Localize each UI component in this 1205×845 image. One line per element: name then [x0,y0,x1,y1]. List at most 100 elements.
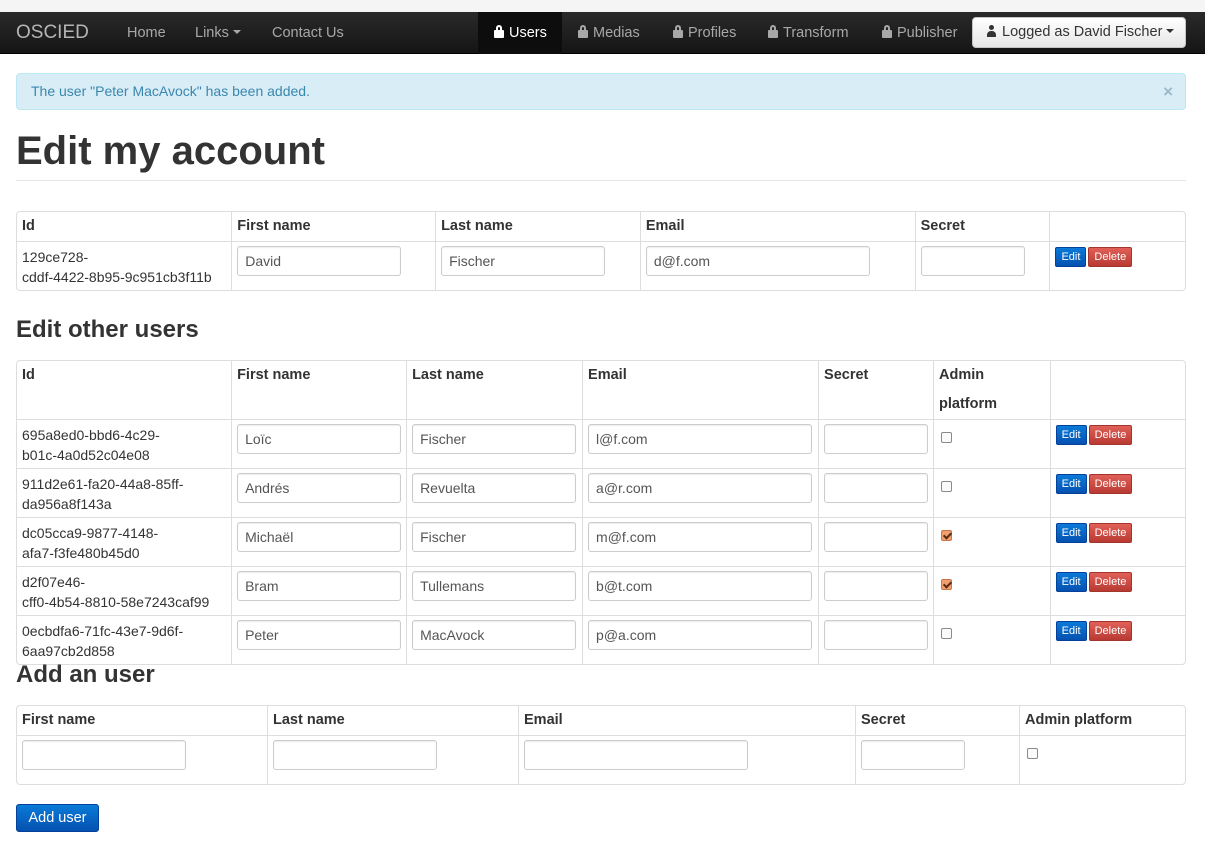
last-name-cell [435,241,640,290]
column-header-email: Email [518,706,855,735]
delete-button[interactable]: Delete [1088,572,1133,592]
close-icon[interactable]: × [1163,74,1173,109]
last-name-input[interactable] [412,522,577,552]
email-input[interactable] [645,246,870,276]
column-header-secret: Secret [914,212,1050,241]
nav-links-dropdown[interactable]: Links [183,12,253,54]
secret-cell [818,615,934,664]
secret-cell [914,241,1050,290]
column-header-first-name: First name [231,361,406,419]
user-id-part-1: 911d2e61-fa20-44a8-85ff- [22,476,184,492]
delete-button[interactable]: Delete [1088,474,1133,494]
user-id-part-2: cff0-4b54-8810-58e7243caf99 [22,594,210,610]
first-name-input[interactable] [237,522,402,552]
last-name-input[interactable] [412,473,577,503]
column-header-id: Id [22,367,35,383]
delete-button[interactable]: Delete [1088,621,1133,641]
user-menu-button[interactable]: Logged as David Fischer [972,17,1186,48]
last-name-input[interactable] [412,571,577,601]
nav-home[interactable]: Home [115,12,178,54]
secret-input[interactable] [824,522,929,552]
nav-transform[interactable]: Transform [754,12,863,54]
last-name-input[interactable] [412,424,577,454]
last-name-input[interactable] [412,620,577,650]
new-email-input[interactable] [524,740,748,770]
nav-users[interactable]: Users [478,12,562,54]
email-input[interactable] [588,424,813,454]
last-name-input[interactable] [441,246,606,276]
success-alert: The user "Peter MacAvock" has been added… [16,73,1186,110]
first-name-cell [231,468,407,517]
nav-profiles[interactable]: Profiles [659,12,750,54]
edit-button[interactable]: Edit [1055,425,1087,445]
email-input[interactable] [588,620,813,650]
email-input[interactable] [588,522,813,552]
edit-button[interactable]: Edit [1055,247,1087,267]
first-name-input[interactable] [237,246,402,276]
column-header-secret: Secret [855,706,1019,735]
admin-platform-checkbox[interactable] [941,579,953,590]
user-icon [986,25,997,37]
last-name-cell [406,615,583,664]
secret-cell [818,517,934,566]
actions-cell: Edit Delete [1049,566,1185,615]
column-header-last-name: Last name [435,212,640,241]
admin-cell [1019,735,1185,784]
email-input[interactable] [588,473,813,503]
table-row: 695a8ed0-bbd6-4c29- b01c-4a0d52c04e08 Edi… [17,419,1185,468]
email-input[interactable] [588,571,813,601]
brand-logo[interactable]: OSCIED [16,12,89,54]
column-header-first-name: First name [22,712,96,728]
nav-publisher-label: Publisher [897,25,958,41]
user-id-part-1: d2f07e46- [22,574,86,590]
nav-medias[interactable]: Medias [564,12,654,54]
new-secret-input[interactable] [861,740,965,770]
id-cell: 129ce728- cddf-4422-8b95-9c951cb3f11b [17,241,232,290]
table-row: 911d2e61-fa20-44a8-85ff-da956a8f143a Edi… [17,468,1185,517]
admin-platform-checkbox[interactable] [941,432,953,443]
email-cell [639,241,915,290]
first-name-input[interactable] [237,620,402,650]
admin-platform-checkbox[interactable] [941,530,953,541]
user-menu-label: Logged as David Fischer [1002,24,1163,40]
last-name-cell [406,419,583,468]
secret-input[interactable] [920,246,1025,276]
delete-button[interactable]: Delete [1088,425,1133,445]
edit-button[interactable]: Edit [1055,572,1087,592]
user-id-part-1: dc05cca9-9877-4148- [22,525,159,541]
actions-cell: Edit Delete [1049,615,1185,664]
secret-input[interactable] [824,424,929,454]
edit-other-users-heading: Edit other users [16,316,199,343]
secret-input[interactable] [824,571,929,601]
admin-cell [933,419,1050,468]
last-name-cell [406,468,583,517]
delete-button[interactable]: Delete [1088,523,1133,543]
secret-input[interactable] [824,473,929,503]
nav-users-label: Users [509,25,547,41]
id-cell: 911d2e61-fa20-44a8-85ff-da956a8f143a [17,468,232,517]
admin-platform-checkbox[interactable] [941,481,953,492]
nav-contact[interactable]: Contact Us [260,12,356,54]
column-header-id: Id [22,218,35,234]
first-name-input[interactable] [237,473,402,503]
title-divider [16,180,1186,181]
new-last-name-input[interactable] [273,740,437,770]
id-cell: 695a8ed0-bbd6-4c29- b01c-4a0d52c04e08 [17,419,232,468]
column-header-email: Email [582,361,818,419]
delete-button[interactable]: Delete [1088,247,1133,267]
table-row: 0ecbdfa6-71fc-43e7-9d6f- 6aa97cb2d858 Edi… [17,615,1185,664]
first-name-input[interactable] [237,571,402,601]
edit-button[interactable]: Edit [1055,474,1087,494]
secret-input[interactable] [824,620,929,650]
new-first-name-input[interactable] [22,740,186,770]
email-cell [582,517,819,566]
lock-icon [578,25,588,38]
lock-icon [768,25,778,38]
edit-button[interactable]: Edit [1055,621,1087,641]
first-name-input[interactable] [237,424,402,454]
nav-publisher[interactable]: Publisher [868,12,971,54]
admin-platform-checkbox[interactable] [941,628,953,639]
new-admin-platform-checkbox[interactable] [1027,748,1038,759]
add-user-button[interactable]: Add user [16,804,99,832]
edit-button[interactable]: Edit [1055,523,1087,543]
